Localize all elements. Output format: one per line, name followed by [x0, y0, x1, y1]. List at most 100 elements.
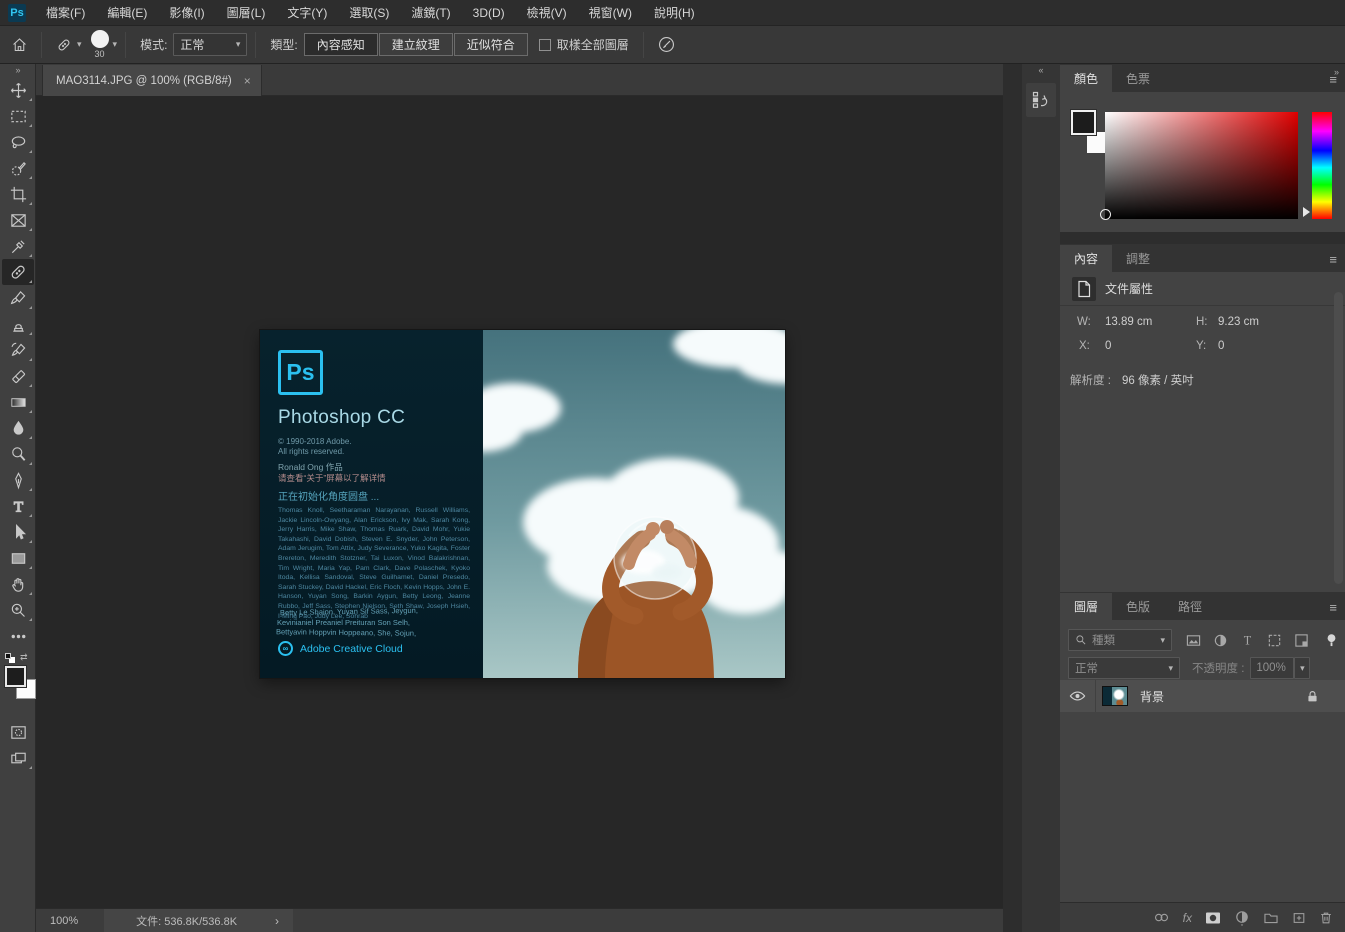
brush-tool[interactable] — [2, 285, 34, 311]
tool-preset-button[interactable]: ▾ — [50, 30, 87, 60]
type-content-aware-button[interactable]: 內容感知 — [304, 33, 378, 56]
dock-collapse-button[interactable]: « — [1022, 64, 1060, 77]
history-brush-tool[interactable] — [2, 337, 34, 363]
layer-filter-select[interactable]: 種類 ▾ — [1068, 629, 1172, 651]
screen-mode-button[interactable] — [2, 745, 34, 771]
panel-menu-icon[interactable]: ≡ — [1329, 252, 1337, 267]
tab-paths[interactable]: 路徑 — [1164, 593, 1216, 620]
tab-color[interactable]: 顏色 — [1060, 65, 1112, 92]
opacity-dropdown-button[interactable]: ▾ — [1294, 657, 1310, 679]
new-layer-icon[interactable] — [1292, 911, 1306, 925]
pen-tool[interactable] — [2, 467, 34, 493]
zoom-tool[interactable] — [2, 597, 34, 623]
tab-layers[interactable]: 圖層 — [1060, 593, 1112, 620]
quick-selection-tool[interactable] — [2, 155, 34, 181]
status-chevron-icon[interactable]: › — [275, 914, 279, 928]
adjustment-layer-icon[interactable] — [1234, 910, 1250, 926]
w-value[interactable]: 13.89 cm — [1105, 316, 1152, 328]
quick-mask-mode-button[interactable] — [2, 719, 34, 745]
filter-smart-objects-icon[interactable] — [1294, 633, 1309, 648]
close-icon[interactable]: × — [244, 74, 251, 88]
tab-adjustments[interactable]: 調整 — [1112, 245, 1164, 272]
filter-adjustment-layers-icon[interactable] — [1213, 633, 1228, 648]
delete-layer-icon[interactable] — [1319, 911, 1333, 925]
lasso-tool[interactable] — [2, 129, 34, 155]
layers-tabstrip: 圖層 色版 路徑 ≡ — [1060, 592, 1345, 620]
filter-toggle-icon[interactable] — [1325, 633, 1338, 648]
foreground-color-swatch[interactable] — [1071, 110, 1096, 135]
eraser-tool[interactable] — [2, 363, 34, 389]
hue-slider-marker[interactable] — [1303, 207, 1310, 217]
y-value[interactable]: 0 — [1218, 340, 1224, 352]
blend-mode-select[interactable]: 正常 ▾ — [1068, 657, 1180, 679]
menu-type[interactable]: 文字(Y) — [276, 0, 338, 26]
new-group-icon[interactable] — [1263, 911, 1279, 924]
x-value[interactable]: 0 — [1105, 340, 1111, 352]
menu-3d[interactable]: 3D(D) — [462, 0, 516, 26]
toolbar-collapse-button[interactable]: » — [0, 64, 36, 77]
type-proximity-match-button[interactable]: 近似符合 — [454, 33, 528, 56]
panel-menu-icon[interactable]: ≡ — [1329, 600, 1337, 615]
history-panel-button[interactable] — [1026, 83, 1056, 117]
expand-panels-icon[interactable]: » — [1334, 67, 1339, 77]
menu-filter[interactable]: 濾鏡(T) — [400, 0, 461, 26]
mode-select[interactable]: 正常 ▾ — [173, 33, 247, 56]
menu-file[interactable]: 檔案(F) — [35, 0, 96, 26]
rectangular-marquee-tool[interactable] — [2, 103, 34, 129]
menu-image[interactable]: 影像(I) — [158, 0, 215, 26]
clone-stamp-tool[interactable] — [2, 311, 34, 337]
rectangle-tool[interactable] — [2, 545, 34, 571]
resolution-value[interactable]: 96 像素 / 英吋 — [1122, 372, 1194, 388]
dodge-tool[interactable] — [2, 441, 34, 467]
layer-thumbnail[interactable] — [1102, 686, 1128, 706]
filter-pixel-layers-icon[interactable] — [1186, 633, 1201, 648]
tab-properties[interactable]: 內容 — [1060, 245, 1112, 272]
h-value[interactable]: 9.23 cm — [1218, 316, 1259, 328]
frame-tool[interactable] — [2, 207, 34, 233]
path-selection-tool[interactable] — [2, 519, 34, 545]
tab-channels[interactable]: 色版 — [1112, 593, 1164, 620]
splash-cc-footer: ∞ Adobe Creative Cloud — [278, 641, 403, 656]
menu-help[interactable]: 說明(H) — [643, 0, 706, 26]
zoom-level[interactable]: 100% — [50, 915, 78, 927]
default-colors-icon[interactable] — [5, 653, 15, 663]
menu-layer[interactable]: 圖層(L) — [216, 0, 277, 26]
tab-swatches[interactable]: 色票 — [1112, 65, 1164, 92]
layer-visibility-toggle[interactable] — [1060, 680, 1096, 712]
type-create-texture-button[interactable]: 建立紋理 — [379, 33, 453, 56]
swap-colors-icon[interactable]: ⇄ — [20, 652, 28, 663]
hand-tool[interactable] — [2, 571, 34, 597]
menu-window[interactable]: 視窗(W) — [578, 0, 643, 26]
filter-shape-layers-icon[interactable] — [1267, 633, 1282, 648]
menu-edit[interactable]: 編輯(E) — [96, 0, 158, 26]
layer-style-button[interactable]: fx — [1183, 911, 1192, 925]
canvas-area[interactable]: Ps Photoshop CC © 1990-2018 Adobe. All r… — [36, 96, 1003, 908]
menu-select[interactable]: 選取(S) — [338, 0, 400, 26]
color-field-marker[interactable] — [1100, 209, 1111, 220]
crop-tool[interactable] — [2, 181, 34, 207]
opacity-label: 不透明度 : — [1192, 660, 1244, 676]
sample-all-layers-checkbox[interactable] — [539, 39, 551, 51]
brush-preset-picker[interactable]: 30 — [91, 30, 109, 59]
spot-healing-brush-tool[interactable] — [2, 259, 34, 285]
scrollbar[interactable] — [1334, 292, 1343, 584]
tablet-pressure-button[interactable] — [652, 30, 681, 60]
opacity-input[interactable]: 100% — [1250, 657, 1294, 679]
saturation-brightness-field[interactable] — [1105, 112, 1298, 219]
move-tool[interactable] — [2, 77, 34, 103]
filter-type-layers-icon[interactable]: T — [1240, 633, 1255, 648]
menu-view[interactable]: 檢視(V) — [516, 0, 578, 26]
blur-tool[interactable] — [2, 415, 34, 441]
layer-row-background[interactable]: 背景 — [1060, 680, 1345, 712]
foreground-color-swatch[interactable] — [5, 666, 26, 687]
document-tab[interactable]: MAO3114.JPG @ 100% (RGB/8#) × — [42, 65, 262, 96]
eyedropper-tool[interactable] — [2, 233, 34, 259]
add-mask-icon[interactable] — [1205, 911, 1221, 925]
tools-panel: » T ⇄ — [0, 64, 36, 932]
link-layers-icon[interactable] — [1153, 911, 1170, 924]
type-tool[interactable]: T — [2, 493, 34, 519]
edit-toolbar-button[interactable] — [2, 623, 34, 649]
home-button[interactable] — [6, 30, 33, 60]
hue-slider[interactable] — [1312, 112, 1332, 219]
gradient-tool[interactable] — [2, 389, 34, 415]
